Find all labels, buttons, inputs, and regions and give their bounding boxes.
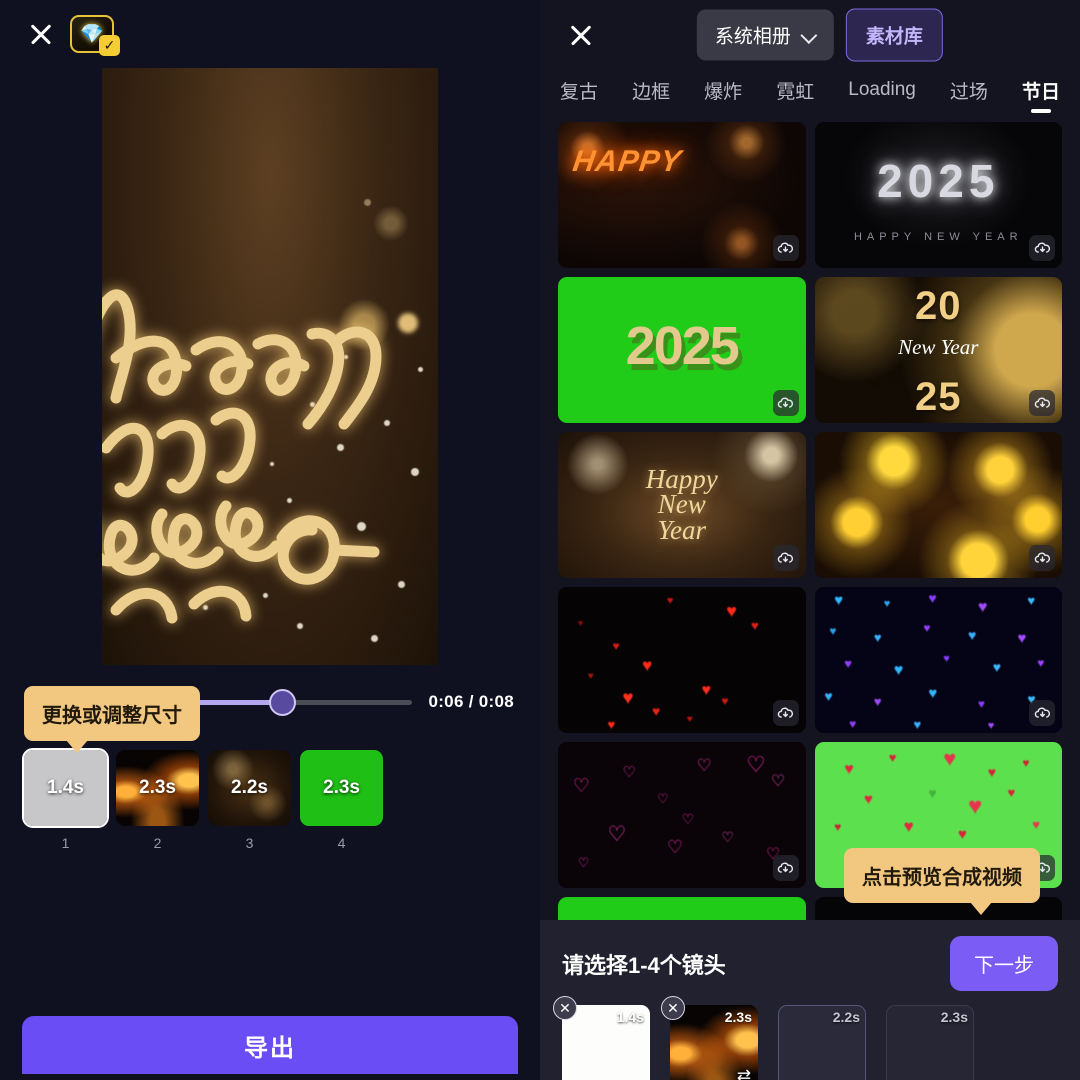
- tab-loading[interactable]: Loading: [846, 75, 918, 113]
- tooltip-preview-video: 点击预览合成视频: [844, 848, 1040, 915]
- cloud-download-icon[interactable]: [772, 390, 799, 416]
- cloud-download-icon[interactable]: [772, 700, 799, 726]
- material-caption: 2025: [625, 315, 740, 376]
- material-subcaption: HAPPY NEW YEAR: [853, 231, 1023, 244]
- selection-bar-header: 请选择1-4个镜头 下一步: [562, 936, 1058, 991]
- selection-slot-4[interactable]: 2.3s: [886, 1005, 974, 1080]
- material-cell-pink-neon-hearts[interactable]: ♡ ♡ ♡ ♡ ♡ ♡ ♡ ♡ ♡ ♡ ♡ ♡: [558, 742, 806, 888]
- cloud-download-icon[interactable]: [1029, 545, 1055, 571]
- swap-horizontal-icon[interactable]: ⇄: [737, 1066, 751, 1080]
- vip-gem-badge[interactable]: 💎 ✓: [70, 15, 120, 56]
- clip-item-1[interactable]: 1.4s 1: [22, 748, 109, 851]
- tab-transition[interactable]: 过场: [948, 73, 990, 116]
- album-select-label: 系统相册: [714, 26, 791, 48]
- material-art: [558, 122, 806, 268]
- material-caption: HAPPY: [570, 145, 684, 179]
- material-cell-gold-bokeh[interactable]: [814, 432, 1062, 578]
- right-library-panel: 系统相册 素材库 复古 边框 爆炸 霓虹 Loading 过场 节日 HAPPY: [540, 0, 1080, 1080]
- material-cell-happy-new-year-script[interactable]: Happy New Year: [558, 432, 806, 578]
- clip-item-4[interactable]: 2.3s 4: [300, 750, 383, 851]
- video-preview-container: [0, 68, 540, 668]
- selection-slot-duration-3: 2.2s: [832, 1009, 860, 1025]
- clip-thumbnail-3[interactable]: 2.2s: [208, 750, 291, 826]
- tab-neon[interactable]: 霓虹: [774, 73, 816, 116]
- time-display: 0:06 / 0:08: [428, 692, 514, 711]
- left-editor-panel: 💎 ✓ 0:06 / 0:08 更换或调整尺寸 1.4s 1 2.3s 2 2.…: [0, 0, 540, 1080]
- material-caption-top: 20: [915, 284, 962, 329]
- clip-index-1: 1: [61, 835, 70, 851]
- cloud-download-icon[interactable]: [772, 855, 799, 881]
- material-caption: 2025: [877, 155, 1000, 208]
- material-cell-gold-new-year-25[interactable]: 20 New Year 25: [814, 277, 1062, 423]
- cloud-download-icon[interactable]: [772, 235, 799, 261]
- category-tabs: 复古 边框 爆炸 霓虹 Loading 过场 节日: [540, 70, 1080, 118]
- material-art: [814, 432, 1062, 578]
- progress-knob[interactable]: [268, 689, 296, 716]
- tooltip-resize: 更换或调整尺寸: [24, 686, 200, 753]
- clip-index-4: 4: [337, 835, 346, 851]
- selection-bar: 请选择1-4个镜头 下一步 ✕ 1.4s ✕ 2.3s ⇄ 2.2s 2.3s: [540, 920, 1080, 1080]
- source-switcher: 系统相册 素材库: [696, 8, 943, 62]
- heart-particles: ♥ ♥ ♥ ♥ ♥ ♥ ♥ ♥ ♥ ♥ ♥ ♥ ♥ ♥ ♥ ♥ ♥ ♥ ♥ ♥ …: [824, 590, 1045, 733]
- close-icon[interactable]: [566, 20, 596, 50]
- cloud-download-icon[interactable]: [772, 545, 799, 571]
- right-topbar: 系统相册 素材库: [540, 0, 1080, 70]
- clip-item-2[interactable]: 2.3s 2: [116, 750, 199, 851]
- selection-slot-duration-4: 2.3s: [940, 1009, 968, 1025]
- cloud-download-icon[interactable]: [1029, 390, 1055, 416]
- heart-particles: ♡ ♡ ♡ ♡ ♡ ♡ ♡ ♡ ♡ ♡ ♡ ♡: [572, 751, 786, 870]
- close-circle-icon[interactable]: ✕: [661, 996, 685, 1020]
- selection-title: 请选择1-4个镜头: [562, 952, 726, 978]
- selection-slot-2[interactable]: ✕ 2.3s ⇄: [661, 996, 758, 1080]
- clip-index-3: 3: [245, 835, 254, 851]
- selection-slot-duration-1: 1.4s: [616, 1009, 644, 1025]
- left-topbar: 💎 ✓: [0, 0, 540, 68]
- clip-thumbnail-4[interactable]: 2.3s: [300, 750, 383, 826]
- selection-slot-1[interactable]: ✕ 1.4s: [553, 996, 650, 1080]
- close-circle-icon[interactable]: ✕: [553, 996, 577, 1020]
- material-cell-red-hearts[interactable]: ♥ ♥ ♥ ♥ ♥ ♥ ♥ ♥ ♥ ♥ ♥ ♥ ♥: [558, 587, 806, 733]
- material-caption-mid: New Year: [898, 335, 979, 360]
- clip-duration-1: 1.4s: [47, 777, 84, 798]
- export-area: 导出: [0, 1016, 540, 1080]
- clip-duration-2: 2.3s: [139, 777, 176, 798]
- close-icon[interactable]: [26, 19, 56, 49]
- tab-retro[interactable]: 复古: [558, 73, 600, 116]
- clip-thumbnail-2[interactable]: 2.3s: [116, 750, 199, 826]
- tab-border[interactable]: 边框: [630, 73, 672, 116]
- app-root: 💎 ✓ 0:06 / 0:08 更换或调整尺寸 1.4s 1 2.3s 2 2.…: [0, 0, 1080, 1080]
- clip-thumbnail-1[interactable]: 1.4s: [22, 748, 109, 828]
- chevron-down-icon: [803, 29, 816, 42]
- material-cell-sparkle-2025[interactable]: 2025 HAPPY NEW YEAR: [814, 122, 1062, 268]
- tab-holiday[interactable]: 节日: [1020, 73, 1062, 116]
- material-caption-block: Happy New Year: [558, 432, 806, 578]
- material-line-2: New: [657, 489, 706, 520]
- cloud-download-icon[interactable]: [1029, 235, 1055, 261]
- tab-explosion[interactable]: 爆炸: [702, 73, 744, 116]
- album-select[interactable]: 系统相册: [696, 9, 834, 61]
- next-step-button[interactable]: 下一步: [950, 936, 1058, 991]
- cloud-download-icon[interactable]: [1029, 700, 1055, 726]
- selection-slot-3[interactable]: 2.2s: [778, 1005, 866, 1080]
- material-cell-blue-purple-hearts[interactable]: ♥ ♥ ♥ ♥ ♥ ♥ ♥ ♥ ♥ ♥ ♥ ♥ ♥ ♥ ♥ ♥ ♥ ♥ ♥ ♥ …: [814, 587, 1062, 733]
- clip-duration-4: 2.3s: [323, 777, 360, 798]
- material-line-3: Year: [657, 514, 707, 545]
- neon-script-artwork: [102, 238, 438, 665]
- selection-slots: ✕ 1.4s ✕ 2.3s ⇄ 2.2s 2.3s: [553, 996, 1058, 1080]
- check-icon: ✓: [99, 35, 120, 56]
- export-button[interactable]: 导出: [22, 1016, 518, 1074]
- clip-item-3[interactable]: 2.2s 3: [208, 750, 291, 851]
- heart-particles: ♥ ♥ ♥ ♥ ♥ ♥ ♥ ♥ ♥ ♥ ♥ ♥ ♥: [577, 594, 759, 733]
- material-cell-green-2025[interactable]: 2025: [558, 277, 806, 423]
- material-cell-fireworks-happy[interactable]: HAPPY: [558, 122, 806, 268]
- selection-slot-duration-2: 2.3s: [724, 1009, 752, 1025]
- material-library-button[interactable]: 素材库: [845, 8, 943, 62]
- clip-duration-3: 2.2s: [231, 777, 268, 798]
- clip-strip: 1.4s 1 2.3s 2 2.2s 3 2.3s 4: [0, 736, 540, 851]
- clip-index-2: 2: [153, 835, 162, 851]
- video-preview[interactable]: [102, 68, 438, 665]
- material-caption-bottom: 25: [915, 375, 962, 420]
